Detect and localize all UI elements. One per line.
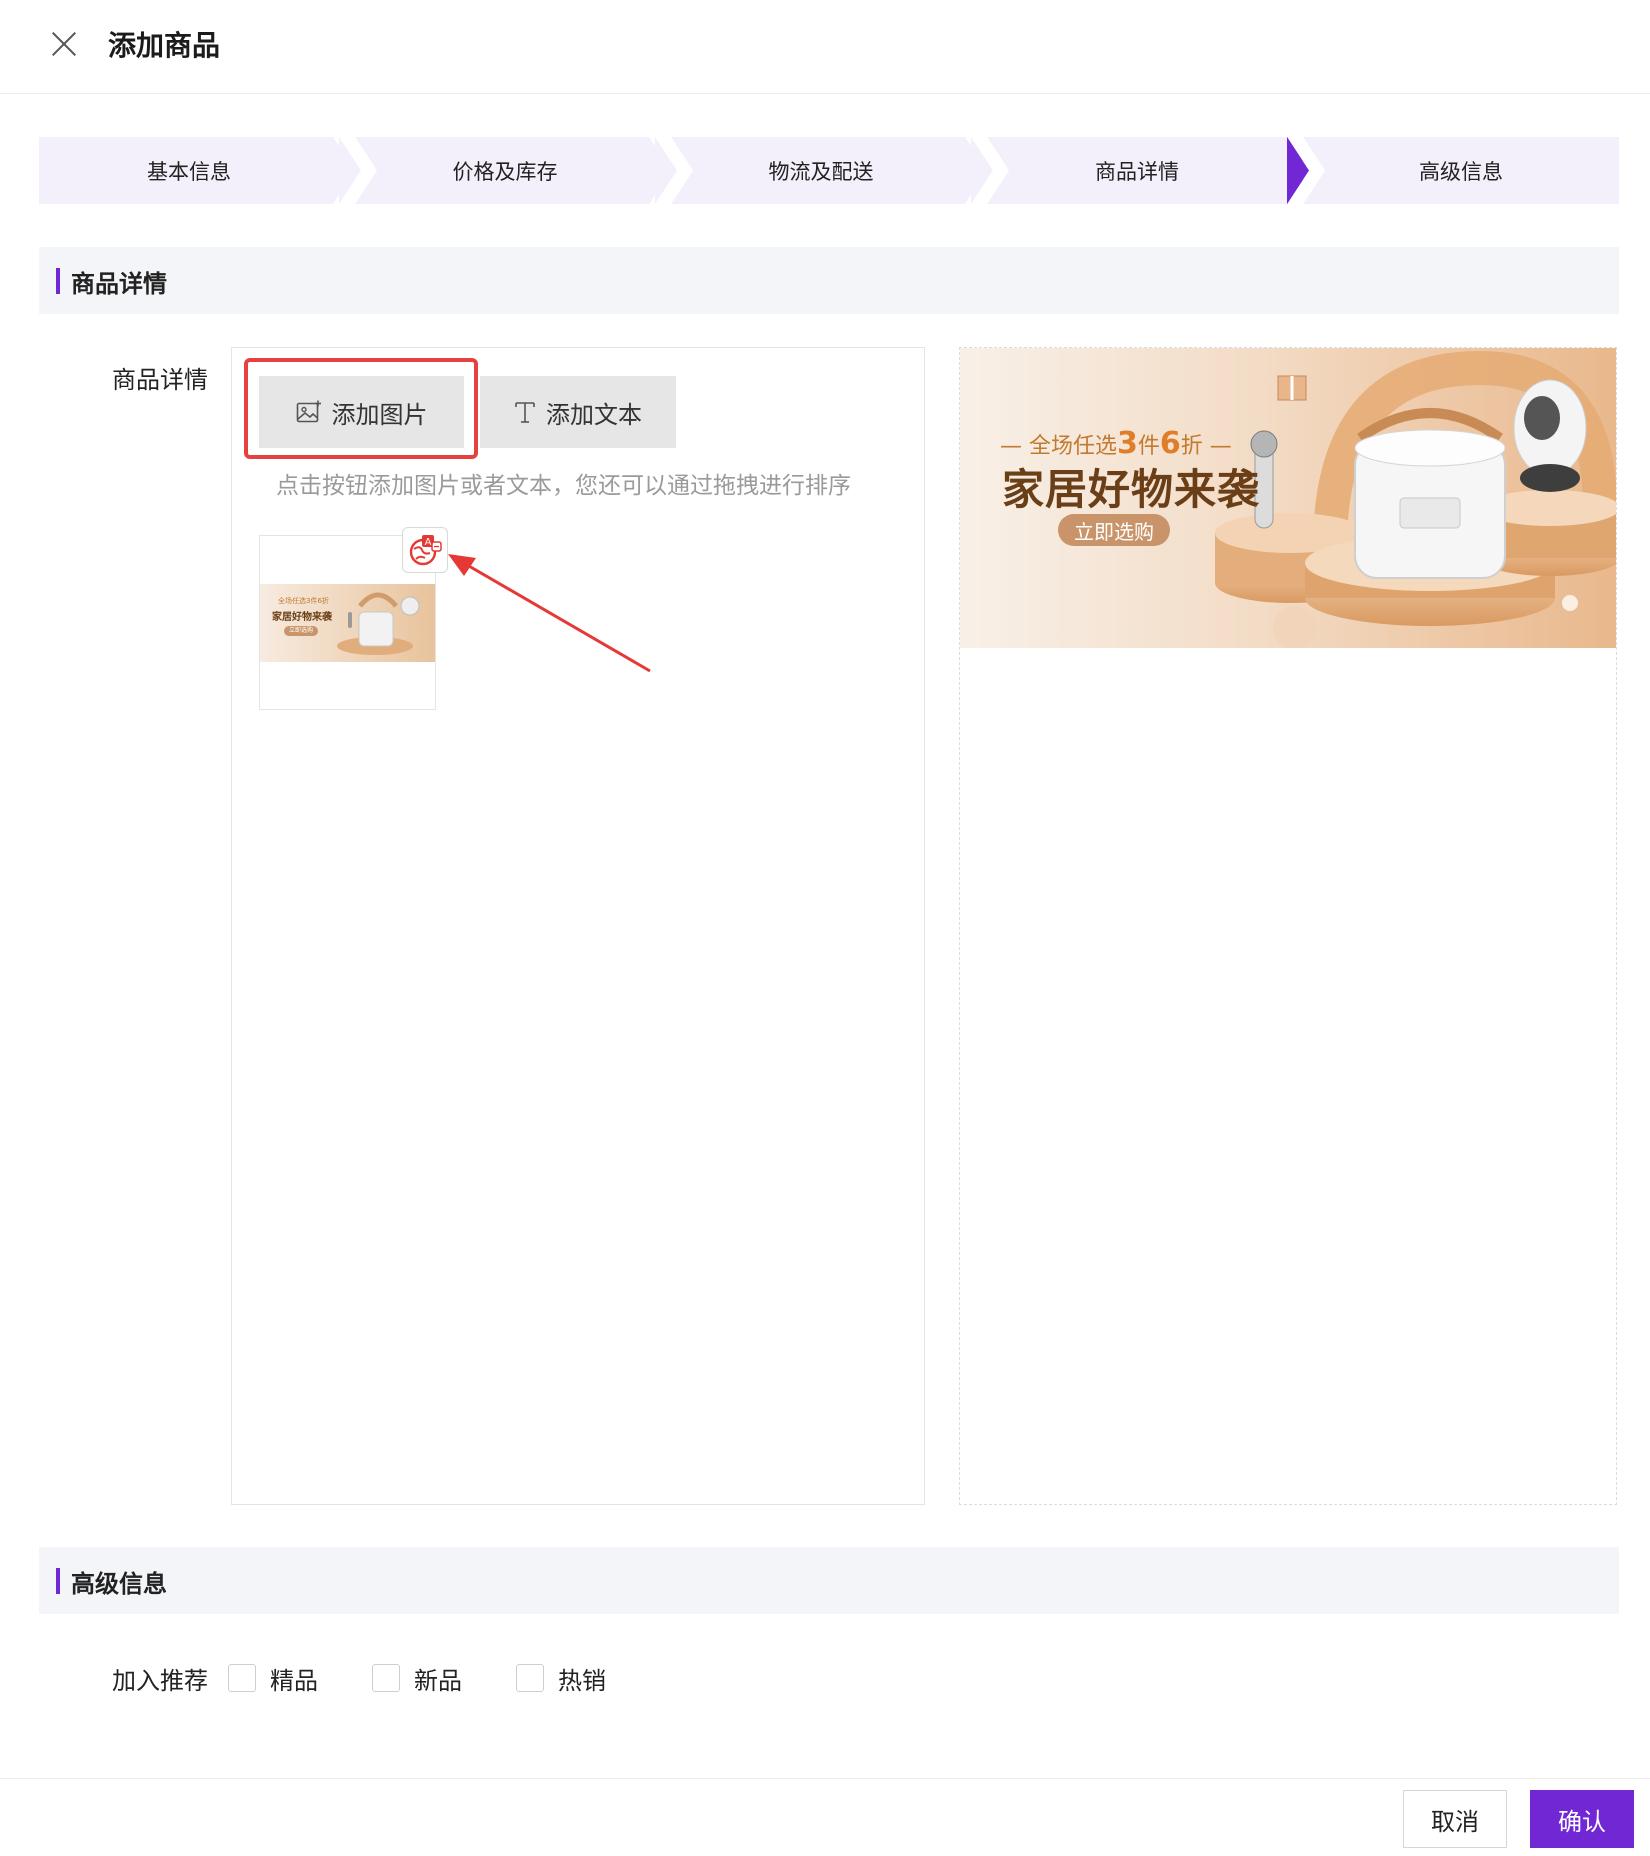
section-title: 高级信息 <box>71 1570 167 1598</box>
text-icon <box>515 402 535 423</box>
dialog-header: 添加商品 <box>0 0 1650 94</box>
checkbox-label: 精品 <box>270 1666 318 1695</box>
cancel-button[interactable]: 取消 <box>1403 1790 1507 1848</box>
checkbox-premium[interactable] <box>228 1664 256 1692</box>
detail-preview: — 全场任选3件6折 — 家居好物来袭 立即选购 <box>959 347 1617 1505</box>
thumbnail-banner-image: 全场任选3件6折 家居好物来袭 立即选购 <box>260 584 435 662</box>
confirm-button[interactable]: 确认 <box>1530 1790 1634 1848</box>
editor-hint: 点击按钮添加图片或者文本，您还可以通过拖拽进行排序 <box>276 473 851 499</box>
detail-editor: 添加图片 添加文本 点击按钮添加图片或者文本，您还可以通过拖拽进行排序 全场任选… <box>231 347 925 1505</box>
detail-field-label: 商品详情 <box>112 366 208 394</box>
step-chevrons <box>333 137 1325 204</box>
image-icon <box>296 400 321 423</box>
add-image-button[interactable]: 添加图片 <box>259 376 464 448</box>
recommend-row: 加入推荐 精品 新品 热销 <box>112 1660 606 1696</box>
close-icon[interactable] <box>48 28 80 60</box>
checkbox-label: 新品 <box>414 1666 462 1695</box>
banner-shop-button: 立即选购 <box>1058 514 1170 546</box>
annotation-arrow <box>448 554 651 673</box>
preview-banner-image: — 全场任选3件6折 — 家居好物来袭 立即选购 <box>960 348 1616 648</box>
section-title: 商品详情 <box>71 270 167 298</box>
section-header-advanced: 高级信息 <box>39 1547 1619 1614</box>
section-header-detail: 商品详情 <box>39 247 1619 314</box>
checkbox-new[interactable] <box>372 1664 400 1692</box>
checkbox-label: 热销 <box>558 1666 606 1695</box>
recommend-field-label: 加入推荐 <box>112 1666 208 1695</box>
section-accent-bar <box>56 268 60 294</box>
step-progress: 基本信息 价格及库存 物流及配送 商品详情 高级信息 <box>39 137 1619 204</box>
page-title: 添加商品 <box>108 29 221 62</box>
svg-text:A: A <box>425 537 432 548</box>
dialog-footer: 取消 确认 <box>0 1778 1650 1856</box>
section-accent-bar <box>56 1568 60 1594</box>
banner-title: 家居好物来袭 <box>1002 465 1261 514</box>
add-text-button[interactable]: 添加文本 <box>480 376 676 448</box>
checkbox-hot[interactable] <box>516 1664 544 1692</box>
